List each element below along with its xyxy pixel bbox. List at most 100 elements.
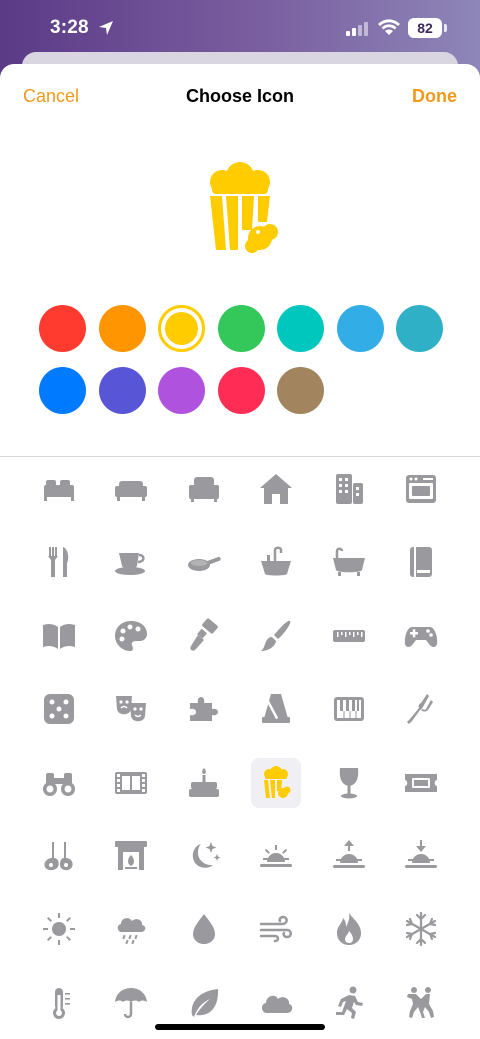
building-icon[interactable] — [324, 464, 374, 514]
book-closed-icon-glyph — [410, 547, 432, 578]
popcorn-icon-glyph — [264, 765, 291, 798]
ruler-icon-glyph — [333, 629, 365, 642]
birthday-cake-icon[interactable] — [179, 758, 229, 808]
book-closed-icon[interactable] — [396, 537, 446, 587]
thermometer-icon-glyph — [53, 987, 70, 1019]
fireplace-icon[interactable] — [106, 831, 156, 881]
figure-run-icon-glyph — [336, 986, 363, 1019]
bed-icon[interactable] — [34, 464, 84, 514]
figure-dance-icon-glyph — [407, 986, 434, 1018]
color-swatch[interactable] — [98, 305, 146, 352]
paint-palette-icon-glyph — [115, 620, 147, 651]
selected-color-fill — [165, 312, 198, 345]
sink-icon-glyph — [261, 546, 291, 576]
sunrise-arrow-icon-glyph — [333, 840, 365, 868]
color-swatch[interactable] — [98, 367, 146, 414]
flame-icon[interactable] — [324, 904, 374, 954]
color-swatch[interactable] — [217, 305, 265, 352]
color-swatch[interactable] — [277, 367, 324, 414]
die-icon-glyph — [44, 694, 74, 725]
ruler-icon[interactable] — [324, 611, 374, 661]
paintbrush-wide-icon[interactable] — [179, 611, 229, 661]
figure-run-icon[interactable] — [324, 978, 374, 1028]
color-swatch[interactable] — [158, 305, 205, 352]
guitars-icon-glyph — [44, 842, 73, 871]
piano-keys-icon-glyph — [334, 697, 364, 722]
puzzle-icon[interactable] — [179, 684, 229, 734]
popcorn-icon[interactable] — [251, 757, 301, 808]
sunrise-arrow-icon[interactable] — [324, 831, 374, 881]
divider — [0, 456, 480, 457]
snowflake-icon[interactable] — [396, 904, 446, 954]
tuning-fork-icon[interactable] — [396, 684, 446, 734]
status-bar: 3:28 82 — [0, 0, 480, 60]
fireplace-icon-glyph — [115, 841, 147, 870]
armchair-icon-glyph — [189, 477, 219, 502]
sun-icon[interactable] — [34, 904, 84, 954]
birthday-cake-icon-glyph — [189, 767, 219, 797]
cloud-icon[interactable] — [251, 978, 301, 1028]
moon-stars-icon[interactable] — [179, 831, 229, 881]
color-swatch[interactable] — [217, 367, 265, 414]
leaf-icon[interactable] — [179, 978, 229, 1028]
binoculars-icon-glyph — [43, 772, 75, 796]
bathtub-icon[interactable] — [324, 537, 374, 587]
book-open-icon[interactable] — [34, 611, 84, 661]
wineglass-icon[interactable] — [324, 758, 374, 808]
sunrise-icon[interactable] — [251, 831, 301, 881]
house-icon[interactable] — [251, 464, 301, 514]
umbrella-icon[interactable] — [106, 978, 156, 1028]
armchair-icon[interactable] — [179, 464, 229, 514]
battery-tip — [444, 24, 447, 32]
color-swatch[interactable] — [396, 305, 443, 352]
wind-icon[interactable] — [251, 904, 301, 954]
color-swatch[interactable] — [336, 305, 384, 352]
location-arrow-icon — [99, 21, 113, 35]
wifi-icon — [378, 19, 400, 35]
fork-knife-icon[interactable] — [34, 537, 84, 587]
bed-icon-glyph — [44, 480, 74, 501]
snowflake-icon-glyph — [405, 912, 437, 947]
page-title: Choose Icon — [185, 86, 294, 106]
thermometer-icon[interactable] — [34, 978, 84, 1028]
paintbrush-icon[interactable] — [251, 611, 301, 661]
die-icon[interactable] — [34, 684, 84, 734]
sunset-icon[interactable] — [396, 831, 446, 881]
cup-saucer-icon[interactable] — [106, 537, 156, 587]
frying-pan-icon[interactable] — [179, 537, 229, 587]
metronome-icon[interactable] — [251, 684, 301, 734]
sofa-icon-glyph — [115, 481, 147, 501]
cloud-rain-icon[interactable] — [106, 904, 156, 954]
figure-dance-icon[interactable] — [396, 978, 446, 1028]
drop-icon[interactable] — [179, 904, 229, 954]
bathtub-icon-glyph — [333, 547, 365, 577]
tuning-fork-icon-glyph — [407, 694, 433, 725]
color-swatch[interactable] — [277, 305, 324, 352]
paint-palette-icon[interactable] — [106, 611, 156, 661]
oven-icon[interactable] — [396, 464, 446, 514]
color-swatch[interactable] — [39, 367, 86, 414]
puzzle-icon-glyph — [190, 697, 218, 722]
binoculars-icon[interactable] — [34, 758, 84, 808]
ticket-icon[interactable] — [396, 758, 446, 808]
film-icon[interactable] — [106, 758, 156, 808]
drop-icon-glyph — [193, 914, 215, 945]
color-swatch[interactable] — [39, 305, 86, 352]
frying-pan-icon-glyph — [188, 557, 221, 572]
gamecontroller-icon[interactable] — [396, 611, 446, 661]
theater-masks-icon[interactable] — [106, 684, 156, 734]
popcorn-icon-preview — [210, 162, 278, 253]
guitars-icon[interactable] — [34, 831, 84, 881]
sofa-icon[interactable] — [106, 464, 156, 514]
sunset-icon-glyph — [405, 840, 437, 868]
home-indicator — [155, 1024, 325, 1030]
building-icon-glyph — [336, 474, 363, 504]
paintbrush-wide-icon-glyph — [190, 618, 218, 651]
metronome-icon-glyph — [262, 694, 290, 724]
color-swatch[interactable] — [158, 367, 205, 414]
sink-icon[interactable] — [251, 537, 301, 587]
sun-icon-glyph — [43, 913, 75, 946]
cloud-icon-glyph — [261, 995, 293, 1013]
piano-keys-icon[interactable] — [324, 684, 374, 734]
done-button[interactable]: Done — [412, 86, 457, 107]
